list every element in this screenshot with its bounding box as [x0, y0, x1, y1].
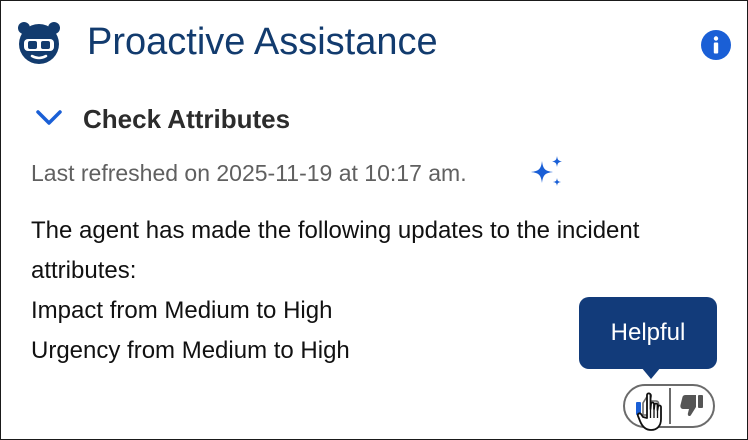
- proactive-assistance-panel: Proactive Assistance Check Attributes La…: [0, 0, 748, 440]
- tooltip-arrow: [641, 367, 661, 379]
- chevron-down-icon[interactable]: [35, 108, 63, 128]
- helpful-tooltip: Helpful: [579, 297, 717, 369]
- sparkle-icon: [531, 156, 562, 186]
- message-line: attributes:: [31, 257, 137, 284]
- thumbs-down-icon[interactable]: [671, 386, 713, 426]
- message-line: The agent has made the following updates…: [31, 217, 640, 244]
- assistant-bot-icon: [18, 22, 60, 64]
- feedback-group: [623, 384, 715, 428]
- panel-title: Proactive Assistance: [87, 21, 438, 63]
- section-title: Check Attributes: [83, 104, 291, 134]
- info-icon[interactable]: [701, 30, 731, 60]
- thumbs-up-icon[interactable]: [625, 386, 669, 426]
- last-refreshed-text: Last refreshed on 2025-11-19 at 10:17 am…: [31, 160, 467, 186]
